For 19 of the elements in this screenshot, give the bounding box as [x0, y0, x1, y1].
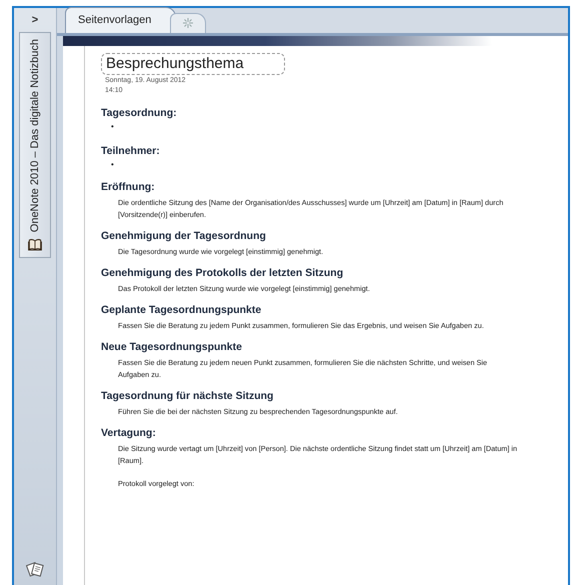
notebook-tab[interactable]: OneNote 2010 – Das digitale Notizbuch [19, 32, 51, 258]
notes-icon[interactable] [26, 561, 44, 577]
section-heading: Tagesordnung für nächste Sitzung [101, 389, 274, 403]
bullet-item[interactable]: • [111, 158, 568, 172]
section-heading: Genehmigung des Protokolls der letzten Sitzung [101, 266, 344, 280]
sparkle-icon [183, 18, 194, 28]
section-heading: Tagesordnung: [101, 106, 178, 120]
section-heading: Neue Tagesordnungspunkte [101, 340, 243, 354]
section-heading: Geplante Tagesordnungspunkte [101, 303, 262, 317]
section-heading: Eröffnung: [101, 180, 156, 194]
bullet-item[interactable]: • [111, 120, 568, 134]
section-heading: Teilnehmer: [101, 144, 161, 158]
book-icon [25, 238, 45, 251]
page-tab[interactable]: Seitenvorlagen [65, 7, 176, 33]
section-heading: Genehmigung der Tagesordnung [101, 229, 267, 243]
expand-button[interactable]: > [14, 8, 56, 32]
section-heading: Vertagung: [101, 426, 157, 440]
page-title[interactable]: Besprechungsthema [101, 53, 285, 75]
notebook-label: OneNote 2010 – Das digitale Notizbuch [28, 39, 42, 232]
